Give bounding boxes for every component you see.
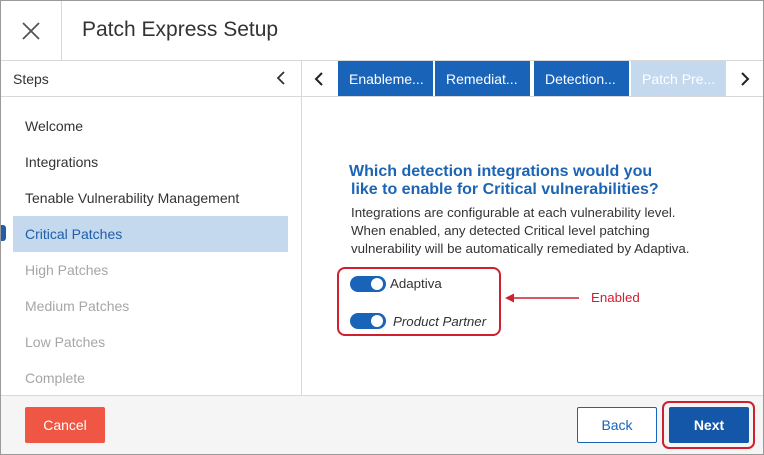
step-high-patches: High Patches <box>25 262 109 278</box>
back-button[interactable]: Back <box>577 407 657 443</box>
steps-label: Steps <box>13 71 49 87</box>
close-icon <box>22 21 40 40</box>
description-line-3: vulnerability will be automatically reme… <box>351 241 690 256</box>
close-button[interactable] <box>1 1 62 60</box>
step-complete: Complete <box>25 370 85 386</box>
cancel-button[interactable]: Cancel <box>25 407 105 443</box>
question-description: Integrations are configurable at each vu… <box>351 204 751 258</box>
tabs-prev-button[interactable] <box>302 61 336 96</box>
annotation-arrow-icon <box>505 293 579 303</box>
step-tenable[interactable]: Tenable Vulnerability Management <box>13 180 288 216</box>
chevron-right-icon <box>741 71 750 86</box>
active-step-marker <box>1 225 6 241</box>
tab-enablement[interactable]: Enableme... <box>338 61 433 96</box>
tab-strip: Enableme... Remediat... Detection... Pat… <box>302 61 763 97</box>
tab-remediation[interactable]: Remediat... <box>435 61 530 96</box>
steps-sidebar: Steps Welcome Integrations Tenable Vulne… <box>1 61 302 395</box>
step-welcome[interactable]: Welcome <box>13 108 288 144</box>
next-highlight-box <box>662 401 755 449</box>
question-heading: Which detection integrations would you l… <box>349 163 729 199</box>
integrations-highlight-box <box>337 267 501 336</box>
description-line-1: Integrations are configurable at each vu… <box>351 205 676 220</box>
description-line-2: When enabled, any detected Critical leve… <box>351 223 650 238</box>
dialog-header: Patch Express Setup <box>1 1 763 61</box>
chevron-left-icon <box>276 71 285 85</box>
steps-header: Steps <box>1 61 301 97</box>
step-critical-patches[interactable]: Critical Patches <box>13 216 288 252</box>
collapse-steps-button[interactable] <box>271 68 291 88</box>
tab-patch-preview[interactable]: Patch Pre... <box>631 61 726 96</box>
step-low-patches: Low Patches <box>25 334 106 350</box>
dialog-title: Patch Express Setup <box>82 18 279 41</box>
annotation-label: Enabled <box>591 290 640 305</box>
tabs-next-button[interactable] <box>728 61 762 96</box>
step-medium-patches: Medium Patches <box>25 298 130 314</box>
question-line-2: like to enable for Critical vulnerabilit… <box>351 181 659 198</box>
tab-detection[interactable]: Detection... <box>534 61 629 96</box>
chevron-left-icon <box>314 71 323 86</box>
step-integrations[interactable]: Integrations <box>13 144 288 180</box>
question-line-1: Which detection integrations would you <box>349 163 653 180</box>
